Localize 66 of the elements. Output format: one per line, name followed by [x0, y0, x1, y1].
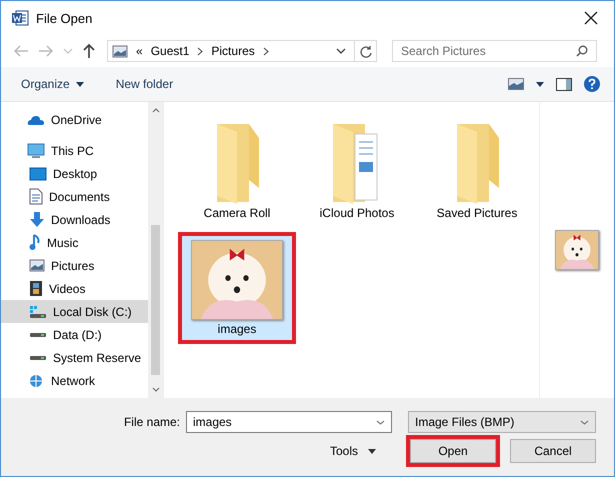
chevron-down-icon[interactable]	[376, 420, 385, 425]
close-icon	[584, 11, 598, 25]
tools-button[interactable]: Tools	[324, 443, 382, 459]
preview-photo	[555, 230, 599, 270]
organize-button[interactable]: Organize	[17, 74, 88, 94]
view-icon[interactable]	[508, 78, 524, 90]
up-arrow-icon[interactable]	[82, 43, 96, 59]
chevron-down-icon[interactable]	[336, 48, 346, 54]
overflow-chevron[interactable]: «	[136, 44, 143, 58]
drive-icon	[29, 354, 47, 360]
file-type-dropdown[interactable]: Image Files (BMP)	[408, 411, 596, 433]
sidebar-item[interactable]: Local Disk (C:)	[1, 300, 148, 323]
picture-icon	[112, 44, 128, 58]
caret-icon	[368, 448, 376, 454]
dialog-button[interactable]: Cancel	[510, 439, 596, 463]
file-item[interactable]: images	[178, 232, 296, 344]
file-name: Camera Roll	[204, 206, 270, 220]
desktop-icon	[29, 166, 47, 180]
caret-icon	[76, 82, 84, 86]
file-item[interactable]: Saved Pictures	[418, 114, 536, 228]
search-field[interactable]: Search Pictures	[392, 40, 597, 62]
sidebar-item[interactable]: Pictures	[1, 254, 148, 277]
sidebar-item[interactable]: Music	[1, 231, 148, 254]
scroll-up-icon[interactable]	[152, 108, 160, 113]
chevron-down-icon	[580, 420, 589, 424]
file-name-field[interactable]: images	[186, 411, 392, 433]
sidebar-item[interactable]: Videos	[1, 277, 148, 300]
address-bar[interactable]: « Guest1 Pictures	[107, 40, 377, 62]
sidebar-item[interactable]: This PC	[1, 139, 148, 162]
down-arrow-icon	[29, 211, 45, 228]
sidebar-item[interactable]: Downloads	[1, 208, 148, 231]
file-name: iCloud Photos	[320, 206, 394, 220]
search-icon	[576, 45, 588, 57]
document-icon	[29, 188, 43, 205]
scrollbar[interactable]	[148, 102, 163, 398]
refresh-icon	[360, 44, 372, 58]
window-title: File Open	[36, 10, 92, 26]
sidebar-item[interactable]: Documents	[1, 185, 148, 208]
file-name-label: File name:	[124, 415, 180, 429]
picture-icon	[29, 259, 45, 272]
file-item[interactable]: iCloud Photos	[298, 114, 416, 228]
sidebar-item[interactable]: Data (D:)	[1, 323, 148, 346]
scroll-down-icon[interactable]	[152, 387, 160, 392]
drive-icon	[29, 332, 47, 338]
sidebar-item[interactable]: OneDrive	[1, 108, 148, 131]
network-icon	[27, 374, 45, 388]
chevron-right-icon[interactable]	[262, 46, 269, 56]
new-folder-button[interactable]: New folder	[112, 74, 178, 94]
sidebar-item[interactable]: Network	[1, 369, 148, 392]
caret-icon[interactable]	[536, 82, 544, 86]
breadcrumb[interactable]: Pictures	[211, 44, 255, 58]
film-icon	[29, 280, 43, 297]
music-note-icon	[29, 234, 41, 251]
sidebar-item[interactable]: System Reserve	[1, 346, 148, 369]
app-icon	[11, 10, 29, 26]
file-name: Saved Pictures	[436, 206, 518, 220]
sidebar-item[interactable]: Desktop	[1, 162, 148, 185]
monitor-icon	[27, 142, 45, 158]
file-name: images	[218, 322, 256, 336]
chevron-right-icon[interactable]	[197, 46, 204, 56]
breadcrumb[interactable]: Guest1	[150, 44, 190, 58]
cloud-icon	[27, 114, 45, 126]
drive-icon	[29, 304, 47, 318]
help-icon[interactable]	[584, 76, 600, 92]
preview-pane-icon[interactable]	[556, 78, 572, 90]
file-item[interactable]: Camera Roll	[178, 114, 296, 228]
